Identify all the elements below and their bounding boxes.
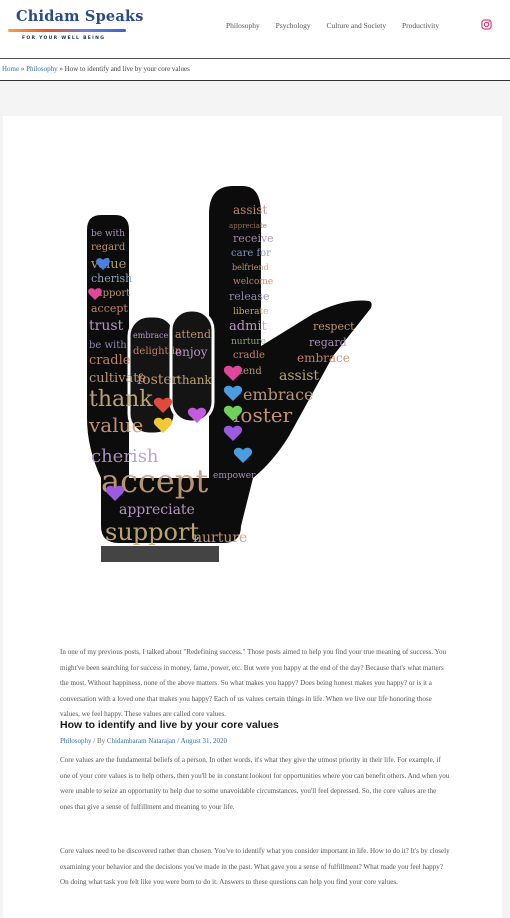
svg-text:thank: thank <box>177 373 212 387</box>
breadcrumb-separator: » <box>59 65 63 73</box>
svg-text:admit: admit <box>229 319 268 334</box>
nav-item-culture-and-society[interactable]: Culture and Society <box>327 21 387 30</box>
svg-text:appreciate: appreciate <box>119 502 195 518</box>
breadcrumb-home-link[interactable]: Home <box>2 65 19 73</box>
site-header: Chidam Speaks FOR YOUR WELL BEING Philos… <box>0 0 510 59</box>
instagram-icon[interactable] <box>481 19 492 30</box>
hand-cuff <box>101 546 219 562</box>
svg-text:nurture: nurture <box>231 337 266 347</box>
svg-text:liberate: liberate <box>233 307 268 317</box>
svg-text:cradle: cradle <box>89 353 131 368</box>
post-meta-separator: / <box>177 737 180 745</box>
nav-item-philosophy[interactable]: Philosophy <box>226 21 260 30</box>
post-paragraph: In one of my previous posts, I talked ab… <box>60 648 447 719</box>
svg-text:embrace: embrace <box>133 331 169 340</box>
post-meta: Philosophy / By Chidambaram Natarajan / … <box>60 737 227 745</box>
logo-underline <box>8 29 126 32</box>
svg-text:foster: foster <box>233 403 293 427</box>
post-category-link[interactable]: Philosophy <box>60 737 92 745</box>
svg-text:regard: regard <box>91 242 126 253</box>
post-date[interactable]: August 31, 2020 <box>181 737 227 745</box>
post-meta-by: / By <box>93 737 106 745</box>
logo-title: Chidam Speaks <box>16 8 144 25</box>
svg-text:welcome: welcome <box>233 277 273 287</box>
breadcrumb-separator: » <box>20 65 25 73</box>
site-logo[interactable]: Chidam Speaks FOR YOUR WELL BEING <box>8 8 143 48</box>
svg-text:be with: be with <box>91 229 125 239</box>
svg-text:embrace: embrace <box>243 385 314 404</box>
svg-text:support: support <box>105 518 199 546</box>
svg-text:trust: trust <box>89 318 124 334</box>
svg-text:nurture: nurture <box>193 530 247 546</box>
logo-tagline: FOR YOUR WELL BEING <box>22 36 106 41</box>
svg-text:attend: attend <box>175 328 211 341</box>
svg-text:release: release <box>229 290 270 303</box>
svg-text:cherish: cherish <box>91 272 132 285</box>
post-paragraph: Core values need to be discovered rather… <box>60 847 450 887</box>
svg-text:cradle: cradle <box>233 350 265 361</box>
svg-text:be with: be with <box>89 340 127 351</box>
svg-text:empower: empower <box>213 471 256 481</box>
svg-text:assist: assist <box>233 203 267 217</box>
post-paragraph: Core values are the fundamental beliefs … <box>60 756 450 811</box>
article-card: assist appreciate receive care for belfr… <box>3 116 502 918</box>
svg-text:embrace: embrace <box>297 351 350 365</box>
svg-text:care for: care for <box>231 248 271 259</box>
svg-text:receive: receive <box>233 232 274 245</box>
main-nav: Philosophy Psychology Culture and Societ… <box>226 21 453 30</box>
featured-image-hand: assist appreciate receive care for belfr… <box>87 186 372 562</box>
svg-text:regard: regard <box>309 336 347 349</box>
nav-item-productivity[interactable]: Productivity <box>402 21 439 30</box>
svg-text:enjoy: enjoy <box>175 345 208 359</box>
svg-text:value: value <box>88 413 143 437</box>
nav-item-psychology[interactable]: Psychology <box>276 21 311 30</box>
svg-text:thank: thank <box>89 387 153 412</box>
svg-text:assist: assist <box>279 368 319 384</box>
svg-text:accept: accept <box>91 302 128 315</box>
breadcrumb: Home » Philosophy » How to identify and … <box>0 59 510 81</box>
post-author-link[interactable]: Chidambaram Natarajan <box>107 737 176 745</box>
svg-text:foster: foster <box>137 372 179 388</box>
breadcrumb-current: How to identify and live by your core va… <box>64 65 190 73</box>
svg-text:respect: respect <box>313 320 355 333</box>
svg-text:belfriend: belfriend <box>232 263 269 272</box>
breadcrumb-category-link[interactable]: Philosophy <box>26 65 58 73</box>
svg-text:appreciate: appreciate <box>229 222 267 230</box>
